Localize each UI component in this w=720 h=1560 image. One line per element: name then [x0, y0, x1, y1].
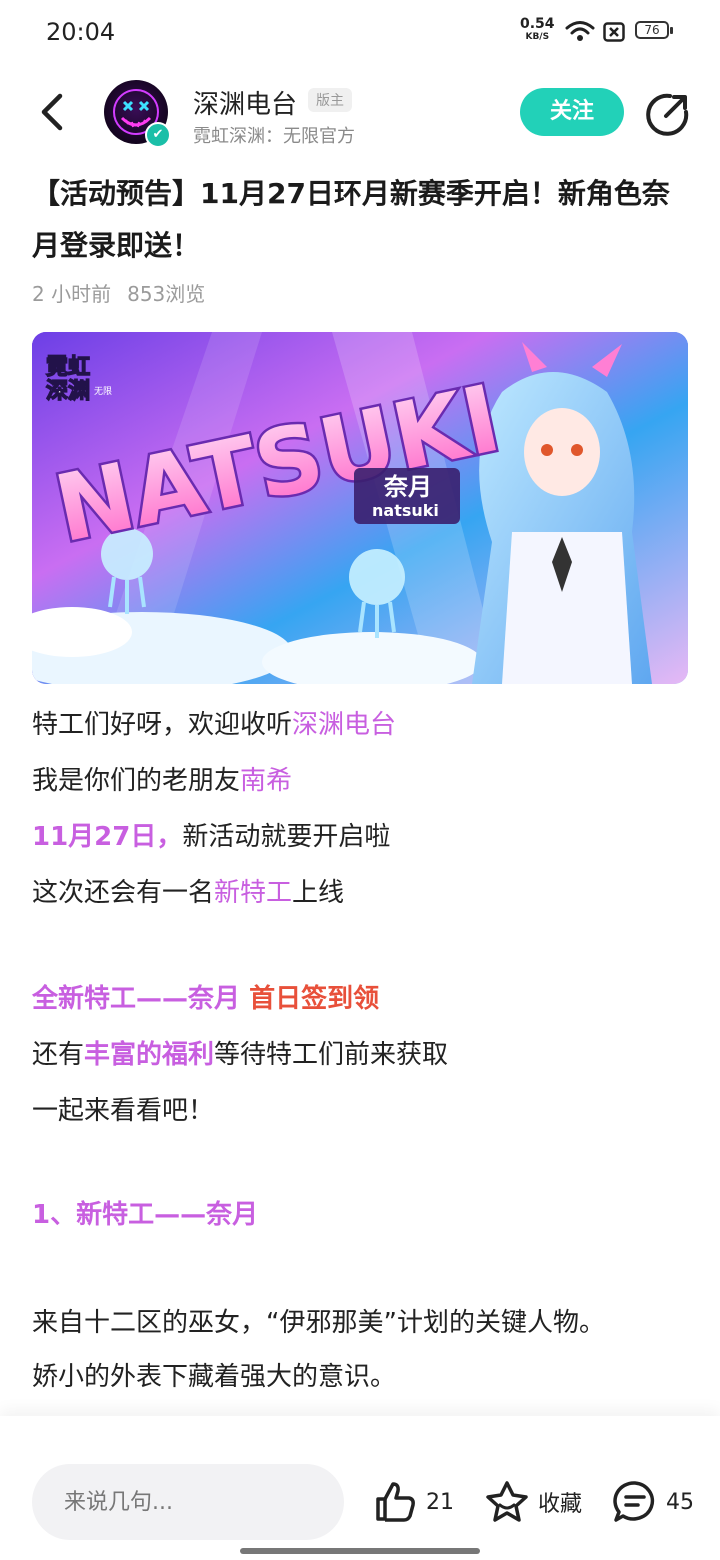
banner-artwork: 霓虹 深渊 无限 NATSUKI 奈月 natsuki	[32, 332, 688, 684]
post-meta: 2 小时前 853浏览	[32, 278, 205, 307]
wifi-icon	[565, 21, 595, 41]
battery-indicator: 76	[635, 21, 673, 39]
follow-button[interactable]: 关注	[520, 88, 624, 136]
banner-logo-top: 霓虹	[46, 355, 90, 380]
comment-button[interactable]: 45	[612, 1476, 694, 1528]
comment-count: 45	[666, 1489, 694, 1515]
post-title: 【活动预告】11月27日环月新赛季开启！新角色奈月登录即送！	[32, 177, 670, 262]
content-line: 特工们好呀，欢迎收听深渊电台	[32, 710, 397, 740]
banner-logo-side: 无限	[94, 386, 112, 397]
thumbs-up-icon	[376, 1482, 415, 1522]
content-line: 11月27日，新活动就要开启啦	[32, 822, 391, 852]
content-line: 这次还会有一名新特工上线	[32, 878, 345, 908]
banner-logo-bottom: 深渊	[46, 379, 90, 404]
no-sim-icon	[603, 22, 625, 42]
back-button[interactable]	[30, 86, 78, 138]
status-bar: 20:04 0.54 KB/S 76	[0, 0, 720, 64]
role-badge: 版主	[308, 88, 352, 112]
content-line: 来自十二区的巫女，“伊邪那美”计划的关键人物。	[32, 1308, 605, 1338]
content-line: 我是你们的老朋友南希	[32, 766, 293, 796]
favorite-label: 收藏	[538, 1492, 583, 1517]
like-count: 21	[426, 1489, 454, 1515]
content-line: 全新特工——奈月 首日签到领	[32, 984, 380, 1014]
like-button[interactable]: 21	[372, 1476, 454, 1528]
event-banner-image[interactable]: 霓虹 深渊 无限 NATSUKI 奈月 natsuki	[32, 332, 688, 684]
content-line: 一起来看看吧！	[32, 1096, 215, 1126]
verified-badge-icon: ✔	[145, 122, 171, 148]
content-line: 娇小的外表下藏着强大的意识。	[32, 1362, 397, 1392]
network-speed: 0.54 KB/S	[520, 16, 555, 42]
banner-cn-name: 奈月	[383, 473, 432, 501]
post-time: 2 小时前	[32, 282, 112, 306]
favorite-button[interactable]: 收藏	[484, 1476, 582, 1528]
clock: 20:04	[46, 18, 116, 46]
content-line: 还有丰富的福利等待特工们前来获取	[32, 1040, 449, 1070]
post-header: ✔ 深渊电台 版主 霓虹深渊：无限官方 关注	[0, 64, 720, 164]
comment-bubble-icon	[613, 1481, 655, 1522]
author-subtitle: 霓虹深渊：无限官方	[193, 126, 355, 147]
share-icon[interactable]	[644, 90, 692, 138]
section-heading: 1、新特工——奈月	[32, 1200, 259, 1230]
comment-input[interactable]	[32, 1464, 344, 1540]
home-indicator[interactable]	[240, 1548, 480, 1554]
post-views: 853浏览	[127, 282, 206, 306]
author-name[interactable]: 深渊电台	[193, 84, 297, 121]
banner-en-name: natsuki	[372, 501, 439, 520]
star-icon	[486, 1481, 528, 1522]
bottom-action-bar: 21 收藏 45	[0, 1416, 720, 1560]
